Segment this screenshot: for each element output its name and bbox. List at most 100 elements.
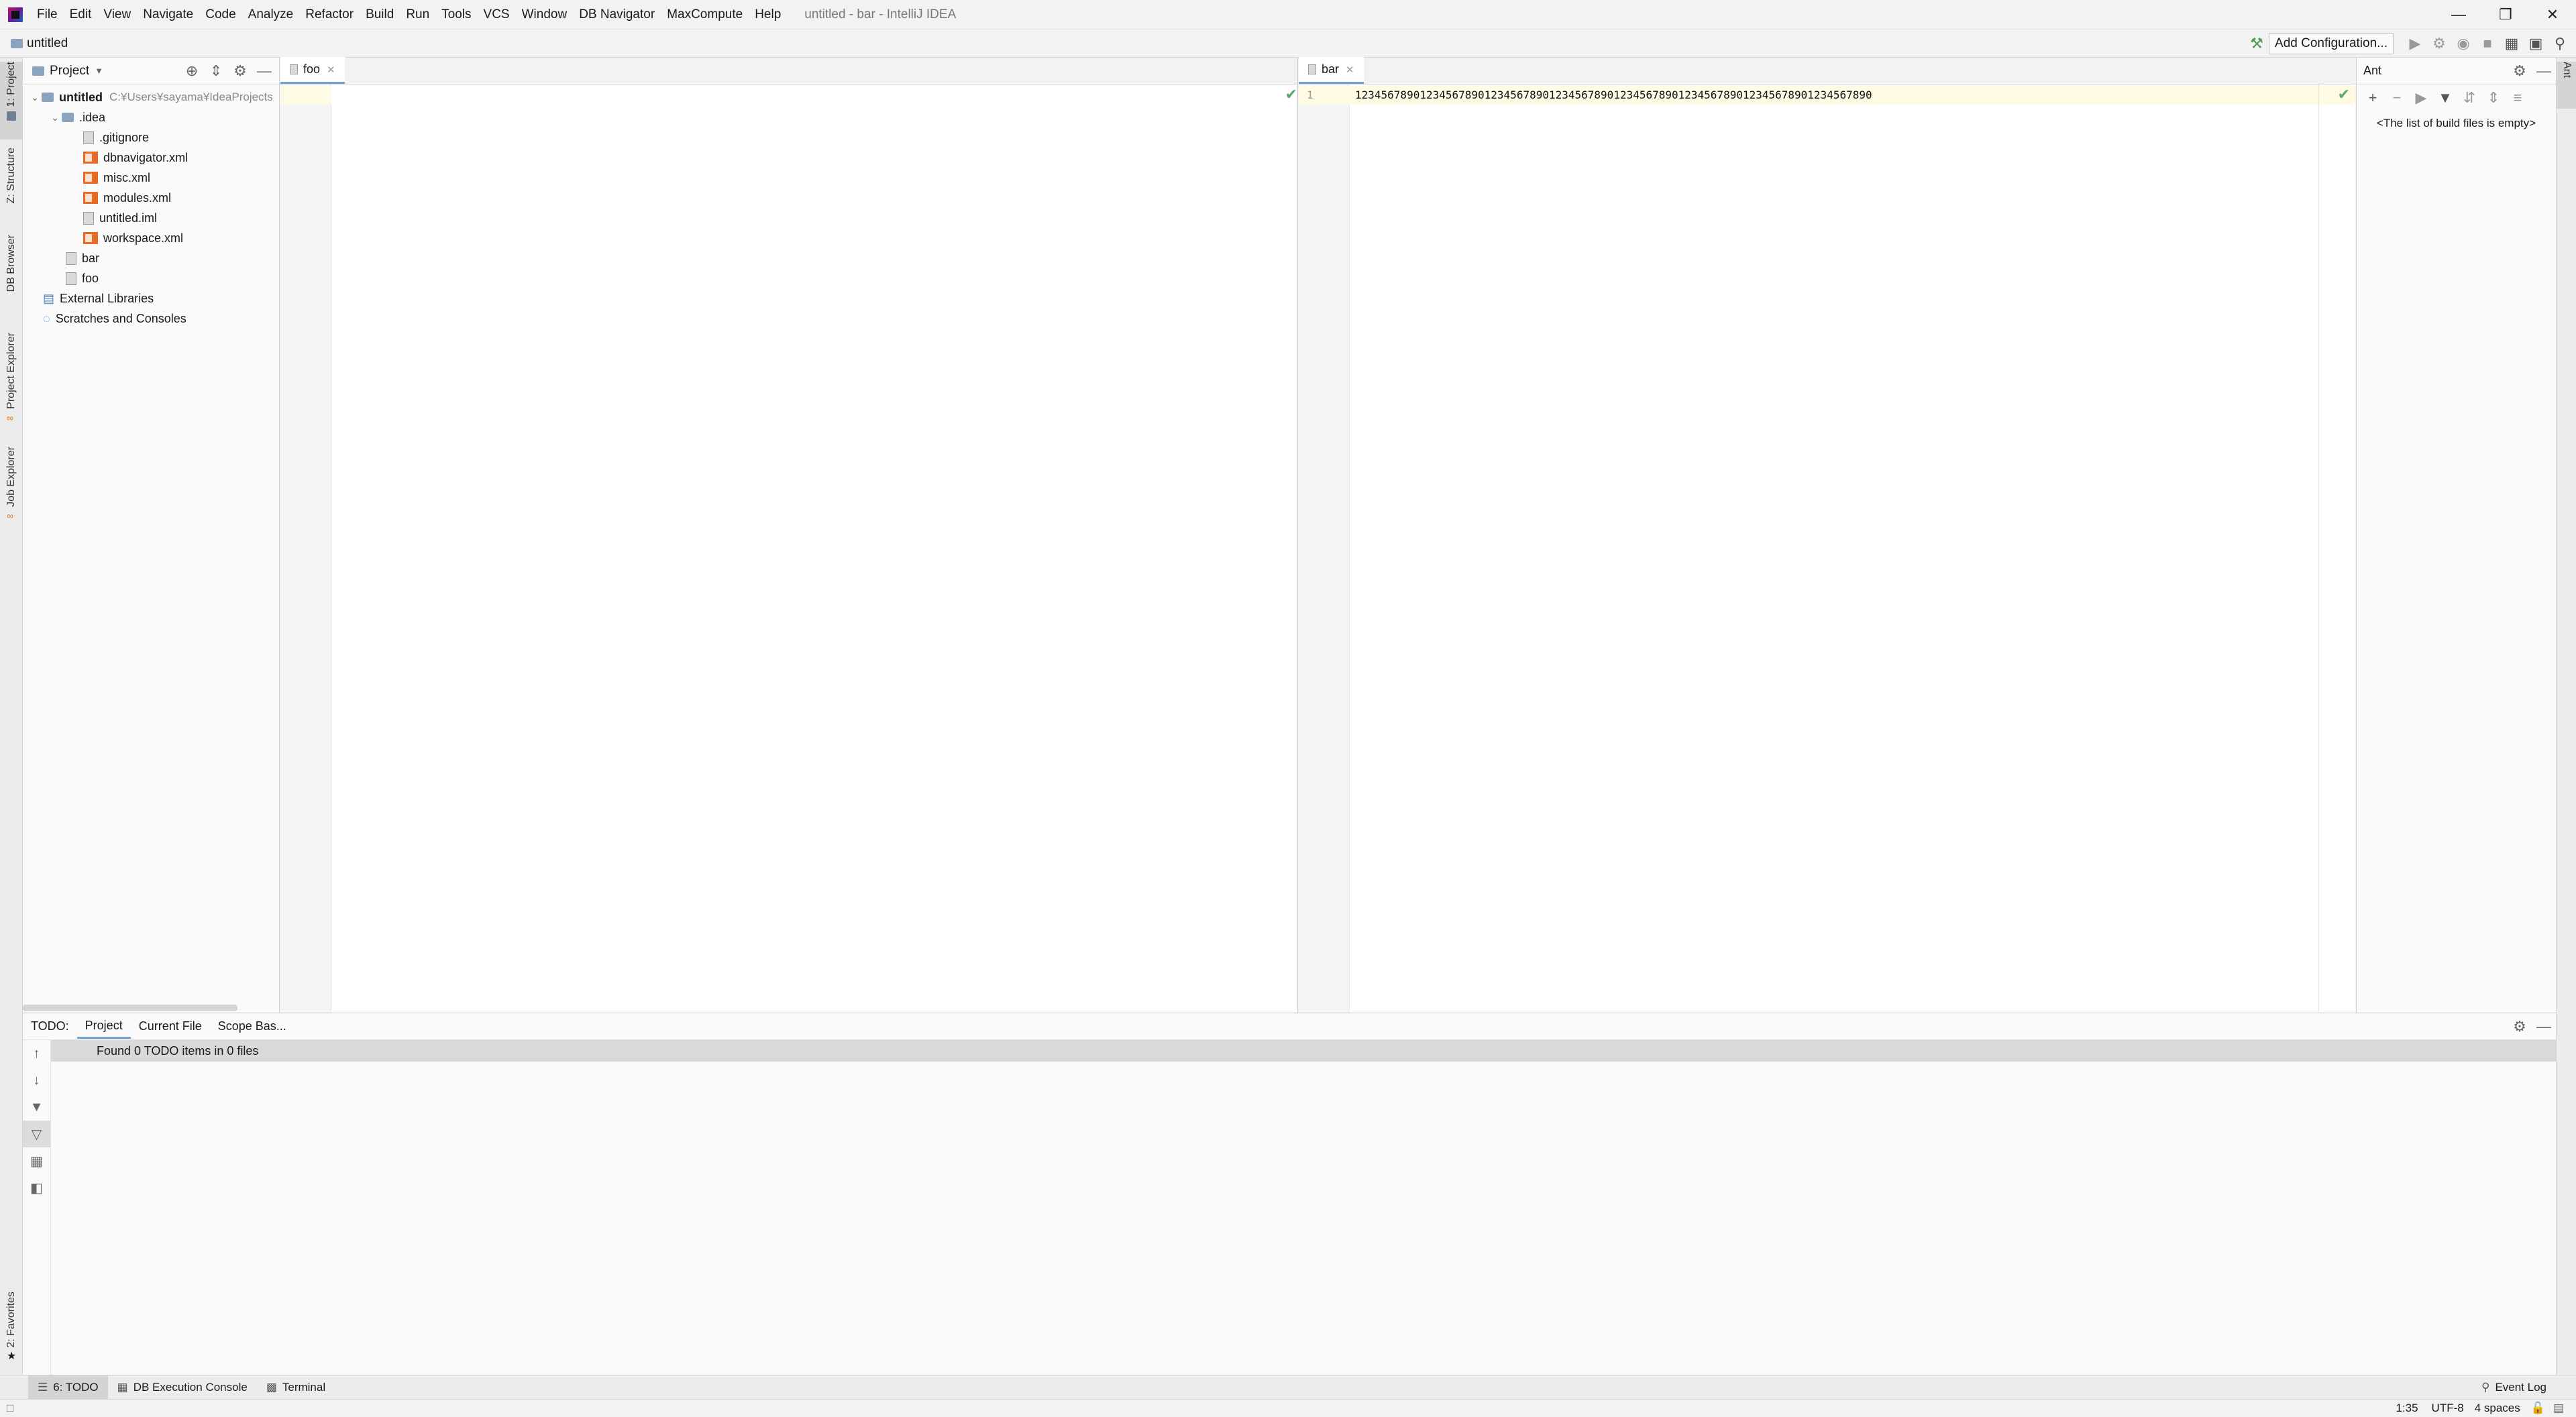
menu-tools[interactable]: Tools [435,0,477,30]
group-by-icon[interactable]: ▦ [23,1147,50,1174]
root-name: untitled [59,90,103,104]
menu-view[interactable]: View [97,0,137,30]
menu-analyze[interactable]: Analyze [242,0,300,30]
code-area[interactable] [333,84,1297,1013]
toggle-tool-windows-icon[interactable]: □ [7,1402,13,1415]
menu-edit[interactable]: Edit [64,0,98,30]
settings-gear-icon[interactable]: ⚙ [228,59,252,83]
tree-file[interactable]: .gitignore [23,127,279,148]
menu-run[interactable]: Run [400,0,435,30]
close-tab-icon[interactable]: ✕ [327,64,335,76]
build-hammer-icon[interactable]: ⚒ [2245,32,2269,56]
tab-scope-based[interactable]: Scope Bas... [210,1019,294,1033]
settings-gear-icon[interactable]: ⚙ [2508,59,2532,83]
hide-panel-icon[interactable]: — [252,59,276,83]
menu-window[interactable]: Window [516,0,574,30]
chevron-down-icon[interactable]: ▼ [95,66,103,76]
debug-icon[interactable]: ⚙ [2427,32,2451,56]
run-target-icon[interactable]: ▶ [2409,86,2433,110]
editor-tab-bar[interactable]: bar ✕ [1299,57,1364,84]
tree-file[interactable]: misc.xml [23,168,279,188]
close-tab-icon[interactable]: ✕ [1346,64,1354,76]
tree-file[interactable]: dbnavigator.xml [23,148,279,168]
menu-vcs[interactable]: VCS [478,0,516,30]
job-explorer-icon: ∞ [7,510,13,521]
status-bar: □ 1:35 UTF-8 4 spaces 🔓 ▤ [0,1399,2576,1417]
stripe-ant-tab[interactable]: Ant [2557,62,2576,109]
add-build-file-icon[interactable]: + [2361,86,2385,110]
breadcrumb[interactable]: untitled [27,36,68,51]
stripe-project-tab[interactable]: 1: Project [0,62,23,139]
todo-result-row[interactable]: Found 0 TODO items in 0 files [51,1040,2556,1062]
stripe-project-explorer-tab[interactable]: Project Explorer ∞ [0,333,23,433]
tab-current-file[interactable]: Current File [131,1019,210,1033]
properties-icon[interactable]: ≡ [2506,86,2530,110]
stop-icon[interactable]: ■ [2475,32,2500,56]
hide-panel-icon[interactable]: — [2532,59,2556,83]
tab-project[interactable]: Project [76,1014,131,1039]
tree-file[interactable]: workspace.xml [23,228,279,248]
stripe-db-browser-tab[interactable]: DB Browser [0,235,23,315]
caret-position[interactable]: 1:35 [2387,1402,2426,1415]
remove-icon[interactable]: − [2385,86,2409,110]
menu-db-navigator[interactable]: DB Navigator [573,0,661,30]
run-coverage-icon[interactable]: ◉ [2451,32,2475,56]
expanded-arrow-icon[interactable]: ⌄ [48,112,62,123]
tree-folder-idea[interactable]: ⌄ .idea [23,107,279,127]
menu-file[interactable]: File [31,0,64,30]
project-view-selector[interactable]: Project [50,64,89,78]
db-execution-console-button[interactable]: ▦ DB Execution Console [108,1375,257,1400]
text-file-icon [66,251,76,265]
menu-navigate[interactable]: Navigate [137,0,199,30]
expand-all-icon[interactable]: ⇵ [2457,86,2481,110]
lock-icon[interactable]: 🔓 [2526,1402,2551,1415]
search-everywhere-icon[interactable]: ⚲ [2548,32,2572,56]
expanded-arrow-icon[interactable]: ⌄ [28,92,42,103]
tree-file[interactable]: modules.xml [23,188,279,208]
hide-panel-icon[interactable]: — [2532,1015,2556,1039]
event-log-button[interactable]: ⚲ Event Log [2472,1375,2556,1400]
tree-file[interactable]: untitled.iml [23,208,279,228]
menu-help[interactable]: Help [749,0,787,30]
filter-icon[interactable]: ▼ [2433,86,2457,110]
project-structure-icon[interactable]: ▦ [2500,32,2524,56]
preview-icon[interactable]: ◧ [23,1174,50,1201]
filter-toggle-icon[interactable]: ▽ [23,1121,50,1147]
tree-scratches[interactable]: ◌ Scratches and Consoles [23,308,279,329]
stripe-job-explorer-tab[interactable]: Job Explorer ∞ [0,447,23,527]
collapse-all-icon[interactable]: ⇕ [204,59,228,83]
stripe-structure-tab[interactable]: Z: Structure [0,148,23,228]
menu-maxcompute[interactable]: MaxCompute [661,0,749,30]
terminal-button[interactable]: ▩ Terminal [257,1375,335,1400]
add-configuration-button[interactable]: Add Configuration... [2269,32,2394,54]
settings-gear-icon[interactable]: ⚙ [2508,1015,2532,1039]
tree-root[interactable]: ⌄ untitled C:¥Users¥sayama¥IdeaProjects [23,87,279,107]
project-folder-icon [11,38,23,48]
inspection-ok-icon: ✔ [2337,86,2350,103]
menu-code[interactable]: Code [199,0,241,30]
close-window-button[interactable]: ✕ [2529,0,2576,30]
restore-button[interactable]: ❐ [2482,0,2529,30]
tree-external-libraries[interactable]: ▤ External Libraries [23,288,279,308]
previous-todo-icon[interactable]: ↑ [23,1040,50,1067]
filter-icon[interactable]: ▼ [23,1094,50,1121]
toggle-window-icon[interactable]: ▣ [2524,32,2548,56]
next-todo-icon[interactable]: ↓ [23,1067,50,1094]
tree-file[interactable]: foo [23,268,279,288]
locate-file-icon[interactable]: ⊕ [180,59,204,83]
stripe-favorites-tab[interactable]: 2: Favorites ★ [0,1292,23,1372]
horizontal-scrollbar[interactable] [23,1005,237,1011]
project-tab-icon [7,111,16,121]
file-encoding[interactable]: UTF-8 [2426,1402,2469,1415]
inspector-icon[interactable]: ▤ [2551,1402,2567,1415]
run-icon[interactable]: ▶ [2403,32,2427,56]
collapse-all-icon[interactable]: ⇕ [2481,86,2506,110]
menu-build[interactable]: Build [360,0,400,30]
minimize-button[interactable]: — [2435,0,2482,30]
tree-file[interactable]: bar [23,248,279,268]
editor-tab-foo[interactable]: foo ✕ [280,57,345,84]
code-line[interactable]: 1234567890123456789012345678901234567890… [1355,89,1872,101]
todo-tool-button[interactable]: ☰ 6: TODO [28,1375,108,1400]
indent-setting[interactable]: 4 spaces [2469,1402,2526,1415]
menu-refactor[interactable]: Refactor [299,0,360,30]
